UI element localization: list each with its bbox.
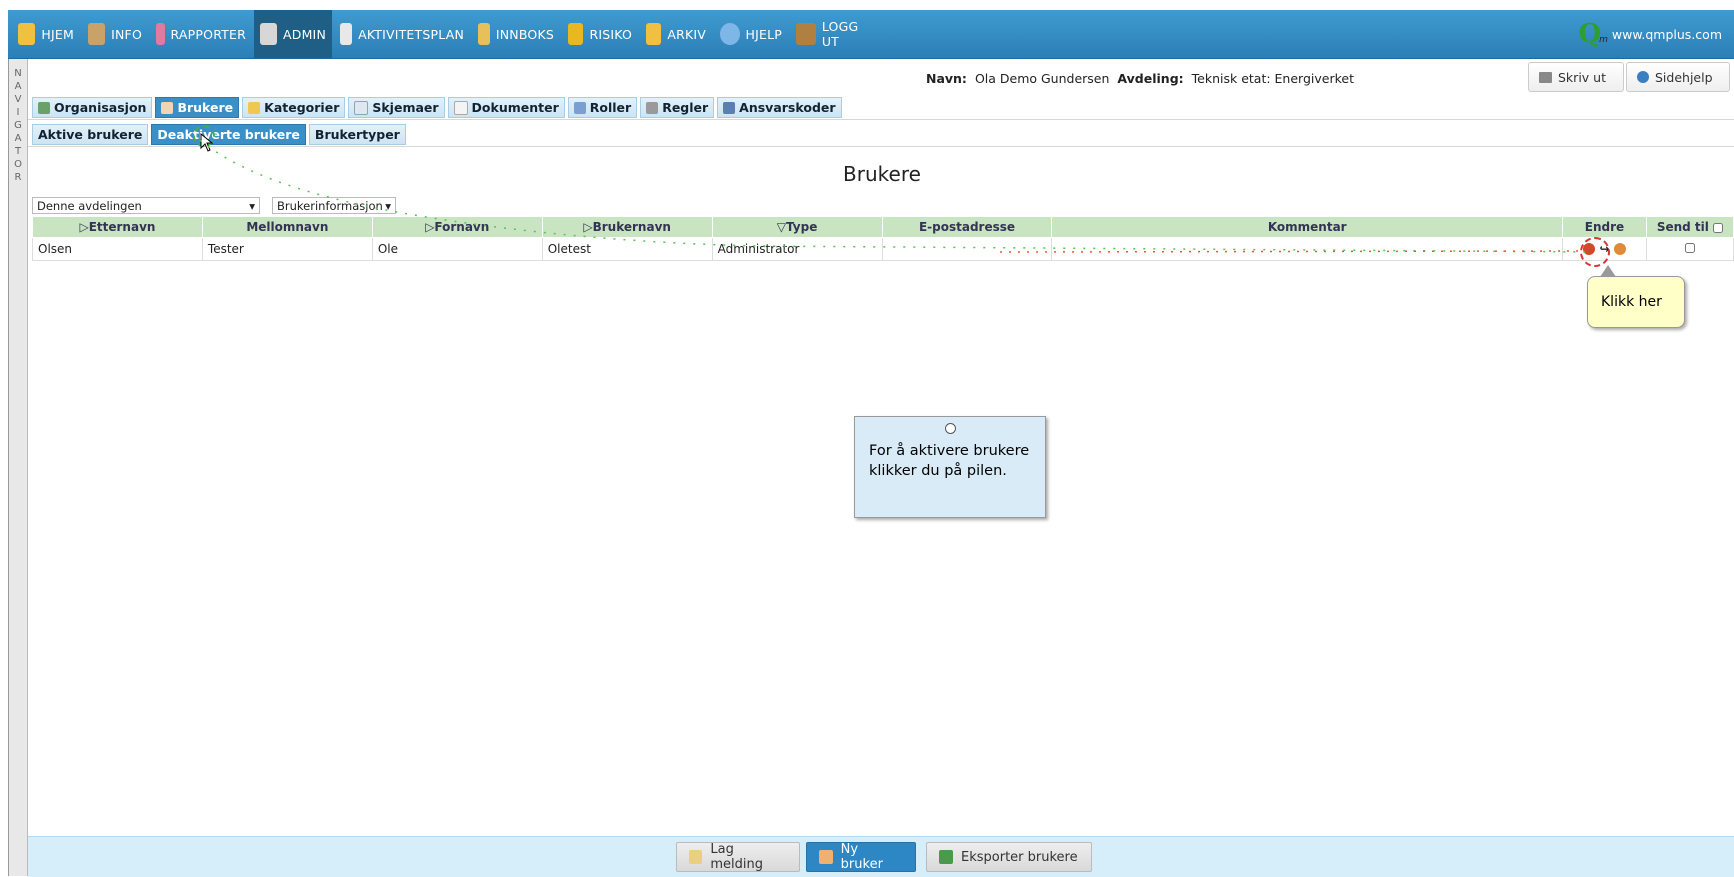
add-user-icon [819, 850, 833, 864]
click-here-callout: Klikk her [1587, 265, 1685, 328]
excel-icon [939, 850, 953, 864]
compose-icon [689, 850, 703, 864]
pin-icon [945, 423, 956, 434]
target-highlight [1580, 237, 1610, 267]
info-callout: For å aktivere brukere klikker du på pil… [854, 416, 1046, 518]
create-message-button[interactable]: Lag melding [676, 842, 800, 872]
new-user-button[interactable]: Ny bruker [806, 842, 916, 872]
export-users-button[interactable]: Eksporter brukere [926, 842, 1092, 872]
